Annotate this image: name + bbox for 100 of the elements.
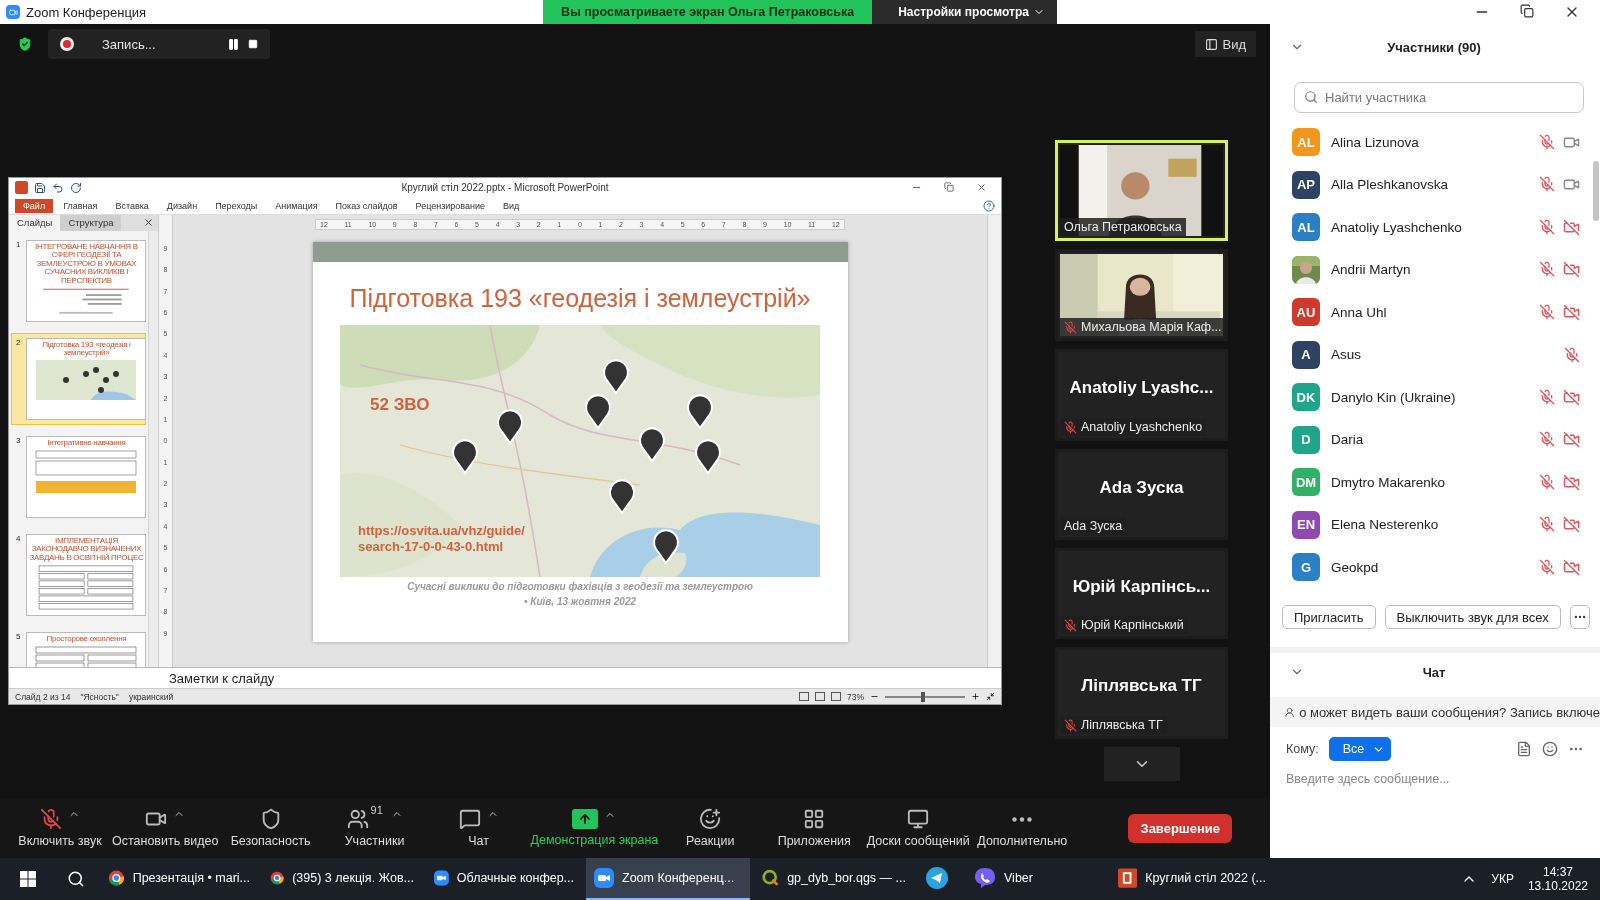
save-icon[interactable]	[34, 181, 46, 194]
taskbar-item[interactable]: Zoom Конференц...	[586, 858, 750, 900]
participant-row[interactable]: EN Elena Nesterenko	[1270, 503, 1592, 546]
app-logo-icon	[6, 5, 20, 19]
sorter-view-icon[interactable]	[815, 692, 825, 702]
participant-row[interactable]: AU Anna Uhl	[1270, 291, 1592, 334]
windows-logo-icon	[20, 871, 36, 887]
end-meeting-button[interactable]: Завершение	[1128, 813, 1232, 843]
ribbon-tab[interactable]: Вид	[495, 198, 528, 213]
redo-icon[interactable]	[70, 181, 82, 194]
help-icon[interactable]	[983, 199, 995, 212]
video-off-icon[interactable]	[1563, 431, 1580, 449]
mic-off-icon[interactable]	[1539, 516, 1555, 533]
reading-view-icon[interactable]	[831, 692, 841, 702]
participant-row[interactable]: Andrii Martyn	[1270, 248, 1592, 291]
slide-thumbnail[interactable]: 2 Підготовка 193 «геодезія і землеустрій»	[11, 333, 146, 425]
participant-row[interactable]: AP Alla Pleshkanovska	[1270, 163, 1592, 206]
ribbon-tab[interactable]: Анимация	[267, 198, 326, 213]
chat-notice[interactable]: о может видеть ваши сообщения? Запись включе	[1270, 697, 1600, 727]
whiteboard-icon	[907, 808, 930, 830]
scrollbar[interactable]	[987, 215, 1001, 667]
video-off-icon[interactable]	[1563, 473, 1580, 491]
participant-row[interactable]: AL Alina Lizunova	[1270, 121, 1592, 164]
toolbar-button[interactable]: Приложения	[762, 808, 867, 848]
mic-off-icon[interactable]	[1539, 431, 1555, 448]
video-off-icon[interactable]	[1563, 218, 1580, 236]
ribbon-tab[interactable]: Дизайн	[158, 198, 206, 213]
restore-icon[interactable]	[1520, 4, 1534, 18]
ribbon-tab[interactable]: Рецензирование	[407, 198, 494, 213]
toolbar-button[interactable]: Безопасность	[218, 808, 323, 848]
video-off-icon[interactable]	[1563, 388, 1580, 406]
shield-check-icon[interactable]	[16, 35, 34, 53]
share-screen-icon	[572, 809, 599, 829]
view-button[interactable]: Вид	[1195, 31, 1256, 57]
smile-icon[interactable]	[1542, 741, 1558, 757]
taskbar-item[interactable]: gp_dyb_bor.qgs — ...	[754, 858, 914, 900]
video-off-icon[interactable]	[1563, 261, 1580, 279]
ribbon-tab[interactable]: Показ слайдов	[327, 198, 406, 213]
video-off-icon[interactable]	[1563, 303, 1580, 321]
participant-row[interactable]: DM Dmytro Makarenko	[1270, 461, 1592, 504]
tile-display-name: Anatoliy Lyashc...	[1069, 378, 1214, 398]
people-icon	[346, 808, 369, 830]
panel-title: Участники (90)	[1386, 39, 1482, 55]
file-icon[interactable]	[1516, 741, 1532, 757]
participant-row[interactable]: DK Danylo Kin (Ukraine)	[1270, 376, 1592, 419]
task-label: Viber	[1004, 871, 1033, 885]
pause-icon[interactable]	[227, 37, 240, 51]
participant-name: Daria	[1331, 432, 1365, 448]
ribbon-tab[interactable]: Главная	[55, 198, 106, 213]
ribbon-tab[interactable]: Файл	[15, 198, 54, 213]
toolbar-button[interactable]: Остановить видео	[112, 808, 219, 848]
toolbar-button[interactable]: Включить звук	[8, 808, 112, 848]
taskbar-item[interactable]: Презентація • mari...	[100, 858, 258, 900]
close-icon[interactable]	[143, 217, 154, 229]
mic-off-icon[interactable]	[1539, 388, 1555, 405]
slide-footer-text: Сучасні виклики до підготовки фахівців з геодезії та землеустрою	[407, 581, 753, 592]
notes-pane[interactable]: Заметки к слайду	[9, 667, 1001, 689]
mic-off-icon[interactable]	[1564, 346, 1580, 363]
fit-window-icon[interactable]	[986, 692, 995, 702]
more-button[interactable]	[1569, 605, 1590, 629]
participant-row[interactable]: A Asus	[1270, 333, 1592, 376]
panel-button[interactable]: Пригласить	[1282, 605, 1376, 629]
taskbar-item[interactable]: Viber	[966, 858, 1106, 900]
more-icon	[1012, 817, 1033, 822]
recipient-dropdown[interactable]: Все	[1328, 737, 1392, 761]
stop-icon[interactable]	[248, 39, 258, 49]
toolbar-button[interactable]: Дополнительно	[970, 808, 1075, 848]
search-field[interactable]: Найти участника	[1294, 82, 1584, 113]
mic-off-icon[interactable]	[1539, 133, 1555, 150]
view-options-button[interactable]: Настройки просмотра	[872, 0, 1057, 24]
ribbon-tab[interactable]: Вставка	[107, 198, 157, 213]
zoom-in-icon[interactable]	[971, 692, 980, 702]
taskbar-item[interactable]: Круглий стіл 2022 (...	[1110, 858, 1274, 900]
mic-off-icon[interactable]	[1539, 558, 1555, 575]
mic-off-icon[interactable]	[1539, 176, 1555, 193]
toolbar-button[interactable]: Доски сообщений	[866, 808, 971, 848]
toolbar-button[interactable]: Чат	[426, 808, 531, 848]
toolbar-button[interactable]: Реакции	[658, 808, 763, 848]
participant-row[interactable]: AL Anatoliy Lyashchenko	[1270, 206, 1592, 249]
video-off-icon[interactable]	[1563, 516, 1580, 534]
language-indicator[interactable]: УКР	[1491, 872, 1514, 886]
ribbon-tab[interactable]: Переходы	[207, 198, 266, 213]
panel-button[interactable]: Выключить звук для всех	[1384, 605, 1561, 629]
participant-name: Ada Зуска	[1064, 519, 1123, 533]
mic-off-icon[interactable]	[1539, 261, 1555, 278]
taskbar-item[interactable]: (395) 3 лекція. Жов...	[262, 858, 422, 900]
scrollbar[interactable]	[148, 231, 158, 667]
undo-icon[interactable]	[52, 181, 64, 194]
video-camera-icon	[594, 868, 614, 888]
participant-row[interactable]: G Geokpd	[1270, 546, 1592, 589]
close-icon[interactable]	[976, 182, 987, 194]
mic-off-icon[interactable]	[1539, 473, 1555, 490]
normal-view-icon[interactable]	[799, 692, 809, 702]
video-off-icon[interactable]	[1563, 558, 1580, 576]
taskbar-item[interactable]: Облачные конфер...	[426, 858, 582, 900]
participant-row[interactable]: D Daria	[1270, 418, 1592, 461]
mic-off-icon[interactable]	[1539, 218, 1555, 235]
toolbar-button[interactable]: Демонстрация экрана	[530, 809, 659, 847]
zoom-slider-thumb[interactable]	[921, 691, 925, 702]
mic-off-icon[interactable]	[1539, 303, 1555, 320]
